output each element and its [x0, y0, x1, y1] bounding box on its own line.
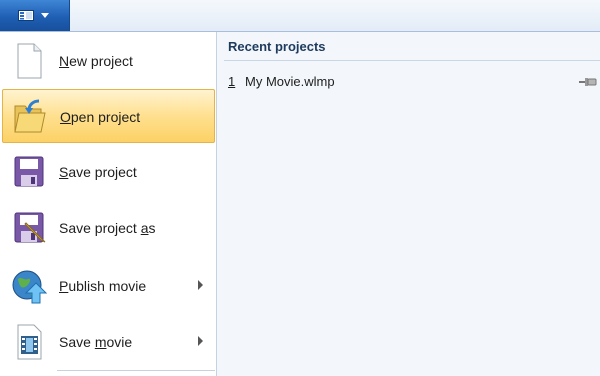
recent-item-name: My Movie.wlmp [245, 74, 335, 89]
menu-commands: New project Open project Save project Sa… [0, 32, 217, 376]
ribbon-bar [0, 0, 600, 32]
menu-item-save-project-as[interactable]: Save project as [2, 201, 215, 255]
application-menu: New project Open project Save project Sa… [0, 31, 600, 376]
recent-projects-panel: Recent projects 1 My Movie.wlmp [217, 32, 600, 376]
recent-project-item[interactable]: 1 My Movie.wlmp [228, 72, 598, 92]
app-menu-icon [18, 10, 34, 21]
menu-item-label: New project [59, 53, 133, 69]
submenu-arrow-icon [198, 280, 203, 290]
menu-item-label: Save movie [59, 334, 133, 350]
save-as-icon [14, 212, 46, 243]
publish-globe-icon [12, 270, 48, 304]
menu-item-save-movie[interactable]: Save movie [2, 315, 215, 369]
application-menu-button[interactable] [0, 0, 70, 31]
menu-item-label: Save project as [59, 220, 156, 236]
menu-item-label: Save project [59, 164, 137, 180]
new-project-icon [17, 43, 42, 79]
save-disk-icon [14, 156, 44, 187]
menu-item-label: Publish movie [59, 278, 147, 294]
menu-item-open-project[interactable]: Open project [2, 89, 215, 143]
menu-item-new-project[interactable]: New project [2, 34, 215, 88]
film-icon [17, 324, 42, 360]
chevron-down-icon [41, 13, 49, 18]
submenu-arrow-icon [198, 336, 203, 346]
recent-item-number: 1 [228, 74, 236, 89]
open-folder-icon [14, 99, 46, 133]
recent-projects-title: Recent projects [228, 39, 326, 54]
menu-separator [57, 370, 215, 371]
pin-icon[interactable] [578, 75, 598, 89]
menu-item-save-project[interactable]: Save project [2, 145, 215, 199]
menu-item-publish-movie[interactable]: Publish movie [2, 259, 215, 313]
divider [224, 60, 600, 61]
menu-item-label: Open project [60, 109, 141, 125]
